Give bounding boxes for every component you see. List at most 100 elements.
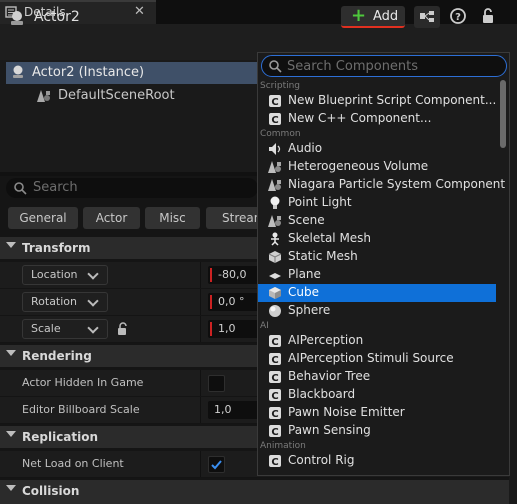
rotation-dropdown[interactable]: Rotation <box>22 292 108 312</box>
section-collision[interactable]: Collision <box>0 480 258 502</box>
search-icon <box>269 60 282 73</box>
light-bulb-icon <box>270 196 280 209</box>
component-list-item[interactable]: Scene <box>258 212 496 230</box>
component-list-item[interactable]: Heterogeneous Volume <box>258 158 496 176</box>
svg-text:C: C <box>271 97 278 108</box>
component-icon: C <box>269 425 281 438</box>
section-title: Transform <box>22 241 91 255</box>
actor-hidden-checkbox[interactable] <box>208 375 225 392</box>
category-general-button[interactable]: General <box>8 207 78 229</box>
collapse-arrow-icon <box>6 431 16 437</box>
scale-x-value: 1,0 <box>218 322 236 335</box>
section-transform[interactable]: Transform <box>0 237 258 259</box>
section-rendering[interactable]: Rendering <box>0 345 258 367</box>
column-divider[interactable] <box>200 397 201 423</box>
component-list-item[interactable]: C Pawn Noise Emitter <box>258 404 496 422</box>
details-search-input[interactable]: Search <box>6 178 258 198</box>
plus-icon: + <box>351 5 367 26</box>
details-scrollbar[interactable] <box>509 60 517 504</box>
component-label: Cube <box>288 285 319 299</box>
scene-icon <box>37 90 50 102</box>
svg-text:C: C <box>271 337 278 348</box>
column-divider[interactable] <box>200 262 201 288</box>
billboard-scale-input[interactable]: 1,0 <box>208 401 260 419</box>
component-list-item[interactable]: Cube <box>258 284 496 302</box>
script-icon: C <box>269 95 281 108</box>
column-divider[interactable] <box>200 451 201 477</box>
component-label: New C++ Component... <box>288 111 432 125</box>
chevron-down-icon <box>87 268 99 280</box>
category-header: Common <box>260 129 301 139</box>
rotation-x-input[interactable]: 0,0 ° <box>208 293 260 311</box>
component-label: Scene <box>288 213 325 227</box>
category-header: Animation <box>260 441 306 451</box>
hierarchy-icon <box>420 11 434 22</box>
component-list-item[interactable]: Static Mesh <box>258 248 496 266</box>
category-header: AI <box>260 321 269 331</box>
dropdown-label: Location <box>31 268 78 281</box>
location-x-input[interactable]: -80,0 <box>208 266 260 284</box>
component-list-item[interactable]: C Pawn Sensing <box>258 422 496 440</box>
cube-icon <box>269 287 281 299</box>
section-title: Collision <box>22 484 80 498</box>
mesh-icon <box>268 251 282 263</box>
plane-icon <box>269 273 281 279</box>
component-list-item[interactable]: C Control Rig <box>258 452 496 470</box>
blueprint-button[interactable] <box>414 6 440 28</box>
component-list-item[interactable]: C Blackboard <box>258 386 496 404</box>
component-list-item[interactable]: C AIPerception Stimuli Source <box>258 350 496 368</box>
svg-text:C: C <box>271 427 278 438</box>
search-placeholder: Search Components <box>287 59 419 74</box>
dropdown-label: Scale <box>31 322 61 335</box>
scale-dropdown[interactable]: Scale <box>22 319 108 339</box>
lock-icon <box>483 8 493 23</box>
net-load-checkbox[interactable] <box>208 456 225 473</box>
component-list-item[interactable]: Point Light <box>258 194 496 212</box>
tree-row-actor-instance[interactable]: Actor2 (Instance) <box>6 62 258 84</box>
help-glyph: ? <box>455 12 461 23</box>
chevron-down-icon <box>87 322 99 334</box>
component-list-item[interactable]: Niagara Particle System Component <box>258 176 505 194</box>
splitter[interactable] <box>0 172 258 176</box>
component-list-item[interactable]: Skeletal Mesh <box>258 230 496 248</box>
scene-icon <box>268 215 281 227</box>
component-label: Point Light <box>288 195 352 209</box>
location-dropdown[interactable]: Location <box>22 265 108 285</box>
component-list-item[interactable]: Sphere <box>258 302 496 320</box>
column-divider[interactable] <box>200 289 201 315</box>
component-list-item[interactable]: Audio <box>258 140 496 158</box>
category-actor-button[interactable]: Actor <box>83 207 140 229</box>
component-list-item[interactable]: C New C++ Component... <box>258 110 496 128</box>
dropdown-label: Rotation <box>31 295 78 308</box>
component-search-input[interactable]: Search Components <box>261 55 507 77</box>
section-title: Replication <box>22 430 99 444</box>
component-list-item[interactable]: C AIPerception <box>258 332 496 350</box>
component-label: Pawn Noise Emitter <box>288 405 405 419</box>
component-list-item[interactable]: C Behavior Tree <box>258 368 496 386</box>
add-component-button[interactable]: + Add <box>341 5 405 28</box>
section-title: Rendering <box>22 349 92 363</box>
component-list-item[interactable]: C New Blueprint Script Component... <box>258 92 496 110</box>
unlock-icon[interactable] <box>116 322 130 336</box>
category-header: Scripting <box>260 81 301 91</box>
add-button-label: Add <box>373 9 399 24</box>
component-list-item[interactable]: Plane <box>258 266 496 284</box>
close-icon[interactable]: ✕ <box>134 4 145 19</box>
scale-x-input[interactable]: 1,0 <box>208 320 260 338</box>
popup-scrollbar[interactable] <box>500 80 506 148</box>
component-label: Niagara Particle System Component <box>288 177 506 191</box>
column-divider[interactable] <box>200 370 201 396</box>
component-label: Control Rig <box>288 453 355 467</box>
component-label: Behavior Tree <box>288 369 371 383</box>
column-divider[interactable] <box>200 316 201 342</box>
actor-icon <box>13 65 23 78</box>
component-icon: C <box>269 371 281 384</box>
help-button[interactable]: ? <box>448 6 468 26</box>
category-misc-button[interactable]: Misc <box>145 207 200 229</box>
lock-button[interactable] <box>478 6 498 26</box>
billboard-scale-value: 1,0 <box>214 403 232 416</box>
collapse-arrow-icon <box>6 350 16 356</box>
section-replication[interactable]: Replication <box>0 426 258 448</box>
component-label: Heterogeneous Volume <box>288 159 429 173</box>
actor-name[interactable]: Actor2 <box>34 9 80 25</box>
